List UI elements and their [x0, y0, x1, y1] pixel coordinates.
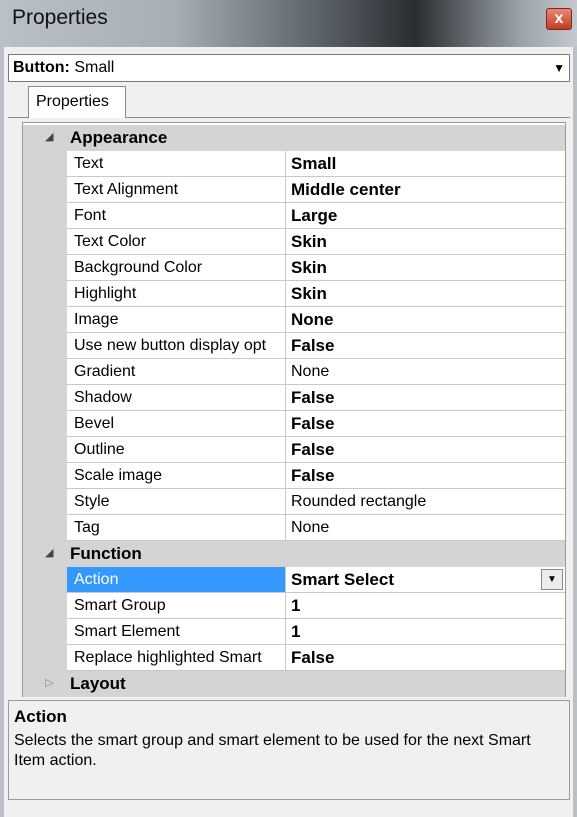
property-value[interactable]: Small — [286, 151, 565, 177]
property-name: Style — [67, 489, 286, 515]
property-name: Scale image — [67, 463, 286, 489]
property-row-smart-element[interactable]: Smart Element 1 — [23, 619, 565, 645]
row-gutter — [23, 359, 67, 385]
property-value[interactable]: Skin — [286, 281, 565, 307]
category-label: Appearance — [70, 128, 168, 147]
category-label: Function — [70, 544, 142, 563]
tab-properties[interactable]: Properties — [28, 86, 126, 118]
property-row-background-color[interactable]: Background Color Skin — [23, 255, 565, 281]
property-name: Smart Element — [67, 619, 286, 645]
row-gutter — [23, 307, 67, 333]
row-gutter — [23, 645, 67, 671]
property-value[interactable]: Rounded rectangle — [286, 489, 565, 515]
row-gutter — [23, 567, 67, 593]
title-bar[interactable]: Properties x — [0, 0, 577, 47]
property-name: Outline — [67, 437, 286, 463]
description-panel: Action Selects the smart group and smart… — [8, 700, 570, 800]
row-gutter — [23, 385, 67, 411]
property-name: Action — [67, 567, 286, 593]
property-row-text-alignment[interactable]: Text Alignment Middle center — [23, 177, 565, 203]
property-value[interactable]: 1 — [286, 619, 565, 645]
properties-window: Properties x Button: Small ▼ Properties … — [0, 0, 577, 817]
property-name: Highlight — [67, 281, 286, 307]
close-icon[interactable]: x — [546, 8, 572, 30]
property-row-smart-group[interactable]: Smart Group 1 — [23, 593, 565, 619]
property-row-shadow[interactable]: Shadow False — [23, 385, 565, 411]
category-function[interactable]: ◢ Function — [23, 541, 565, 567]
property-name: Tag — [67, 515, 286, 541]
row-gutter — [23, 489, 67, 515]
property-value[interactable]: Large — [286, 203, 565, 229]
row-gutter — [23, 281, 67, 307]
property-row-use-new-button-display[interactable]: Use new button display opt False — [23, 333, 565, 359]
category-layout[interactable]: ▷ Layout — [23, 671, 565, 697]
row-gutter — [23, 593, 67, 619]
row-gutter — [23, 437, 67, 463]
property-name: Text — [67, 151, 286, 177]
property-value[interactable]: False — [286, 333, 565, 359]
row-gutter — [23, 515, 67, 541]
property-value[interactable]: Skin — [286, 255, 565, 281]
description-text: Selects the smart group and smart elemen… — [14, 732, 531, 769]
row-gutter — [23, 619, 67, 645]
property-value[interactable]: False — [286, 411, 565, 437]
object-type-label: Button: — [13, 59, 70, 76]
property-name: Gradient — [67, 359, 286, 385]
property-value[interactable]: None — [286, 359, 565, 385]
row-gutter — [23, 151, 67, 177]
property-row-gradient[interactable]: Gradient None — [23, 359, 565, 385]
property-value[interactable]: Middle center — [286, 177, 565, 203]
category-appearance[interactable]: ◢ Appearance — [23, 125, 565, 151]
object-name: Small — [74, 59, 115, 76]
property-value[interactable]: False — [286, 437, 565, 463]
property-value[interactable]: Smart Select — [286, 567, 565, 593]
property-row-replace-highlighted-smart[interactable]: Replace highlighted Smart False — [23, 645, 565, 671]
property-row-bevel[interactable]: Bevel False — [23, 411, 565, 437]
expand-triangle-icon[interactable]: ▷ — [45, 676, 53, 689]
row-gutter — [23, 333, 67, 359]
collapse-triangle-icon[interactable]: ◢ — [45, 130, 53, 143]
row-gutter — [23, 463, 67, 489]
property-value[interactable]: Skin — [286, 229, 565, 255]
property-name: Shadow — [67, 385, 286, 411]
row-gutter — [23, 411, 67, 437]
property-row-scale-image[interactable]: Scale image False — [23, 463, 565, 489]
object-selector-dropdown[interactable]: Button: Small ▼ — [8, 54, 570, 82]
property-row-highlight[interactable]: Highlight Skin — [23, 281, 565, 307]
description-title: Action — [14, 707, 67, 726]
chevron-down-icon[interactable]: ▼ — [553, 55, 565, 81]
property-grid: ◢ Appearance Text Small Text Alignment M… — [22, 122, 566, 697]
property-name: Image — [67, 307, 286, 333]
property-name: Font — [67, 203, 286, 229]
property-row-action[interactable]: Action Smart Select ▼ — [23, 567, 565, 593]
row-gutter — [23, 229, 67, 255]
property-row-style[interactable]: Style Rounded rectangle — [23, 489, 565, 515]
property-name: Text Color — [67, 229, 286, 255]
property-value[interactable]: False — [286, 463, 565, 489]
property-value[interactable]: None — [286, 307, 565, 333]
row-gutter — [23, 255, 67, 281]
property-row-image[interactable]: Image None — [23, 307, 565, 333]
property-name: Smart Group — [67, 593, 286, 619]
property-row-outline[interactable]: Outline False — [23, 437, 565, 463]
property-row-text-color[interactable]: Text Color Skin — [23, 229, 565, 255]
row-gutter — [23, 203, 67, 229]
property-name: Bevel — [67, 411, 286, 437]
property-row-font[interactable]: Font Large — [23, 203, 565, 229]
collapse-triangle-icon[interactable]: ◢ — [45, 546, 53, 559]
property-value[interactable]: None — [286, 515, 565, 541]
dropdown-arrow-icon[interactable]: ▼ — [541, 569, 563, 590]
row-gutter — [23, 177, 67, 203]
property-row-text[interactable]: Text Small — [23, 151, 565, 177]
property-value[interactable]: False — [286, 645, 565, 671]
property-row-tag[interactable]: Tag None — [23, 515, 565, 541]
property-value[interactable]: 1 — [286, 593, 565, 619]
property-name: Use new button display opt — [67, 333, 286, 359]
property-name: Text Alignment — [67, 177, 286, 203]
property-name: Background Color — [67, 255, 286, 281]
property-name: Replace highlighted Smart — [67, 645, 286, 671]
window-title: Properties — [12, 6, 108, 29]
category-label: Layout — [70, 674, 126, 693]
property-value[interactable]: False — [286, 385, 565, 411]
